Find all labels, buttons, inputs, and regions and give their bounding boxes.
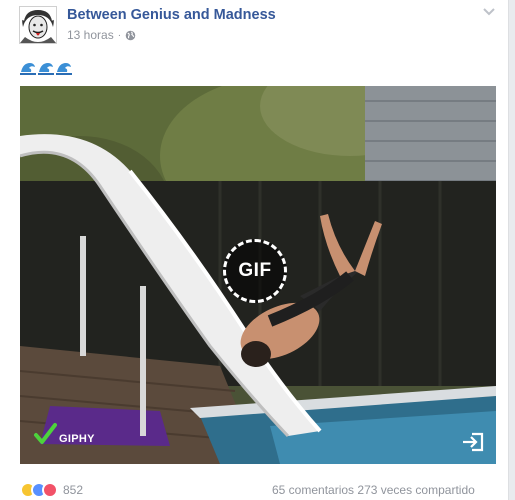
open-external-icon[interactable] (462, 432, 484, 452)
gif-label: GIF (238, 260, 272, 281)
page-name-link[interactable]: Between Genius and Madness (67, 7, 276, 23)
comments-count-link[interactable]: 65 comentarios (272, 483, 354, 497)
einstein-avatar-icon (20, 7, 56, 43)
meta-separator: · (117, 29, 122, 41)
post-meta: 13 horas · (67, 28, 136, 42)
reaction-count: 852 (63, 483, 84, 497)
globe-icon (125, 30, 136, 40)
post-card: Between Genius and Madness 13 horas · GI… (0, 0, 509, 500)
wave-icon (56, 63, 72, 75)
shares-count-link[interactable]: 273 veces compartido (357, 483, 474, 497)
giphy-label: GIPHY (59, 433, 95, 445)
post-text (20, 61, 72, 75)
giphy-check-icon (34, 423, 57, 444)
chevron-down-icon[interactable] (482, 6, 496, 18)
wave-icon (38, 63, 54, 75)
post-timestamp[interactable]: 13 horas (67, 28, 114, 42)
page-avatar[interactable] (19, 6, 57, 44)
love-reaction-icon (42, 482, 58, 498)
post-footer: 852 65 comentarios 273 veces compartido (20, 482, 490, 500)
gif-media[interactable]: GIF GIPHY (20, 86, 496, 464)
wave-icon (20, 63, 36, 75)
engagement-stats: 65 comentarios 273 veces compartido (272, 483, 475, 497)
giphy-attribution[interactable]: GIPHY (33, 422, 95, 446)
gif-play-button[interactable]: GIF (223, 239, 287, 303)
reaction-summary[interactable]: 852 (20, 482, 83, 498)
